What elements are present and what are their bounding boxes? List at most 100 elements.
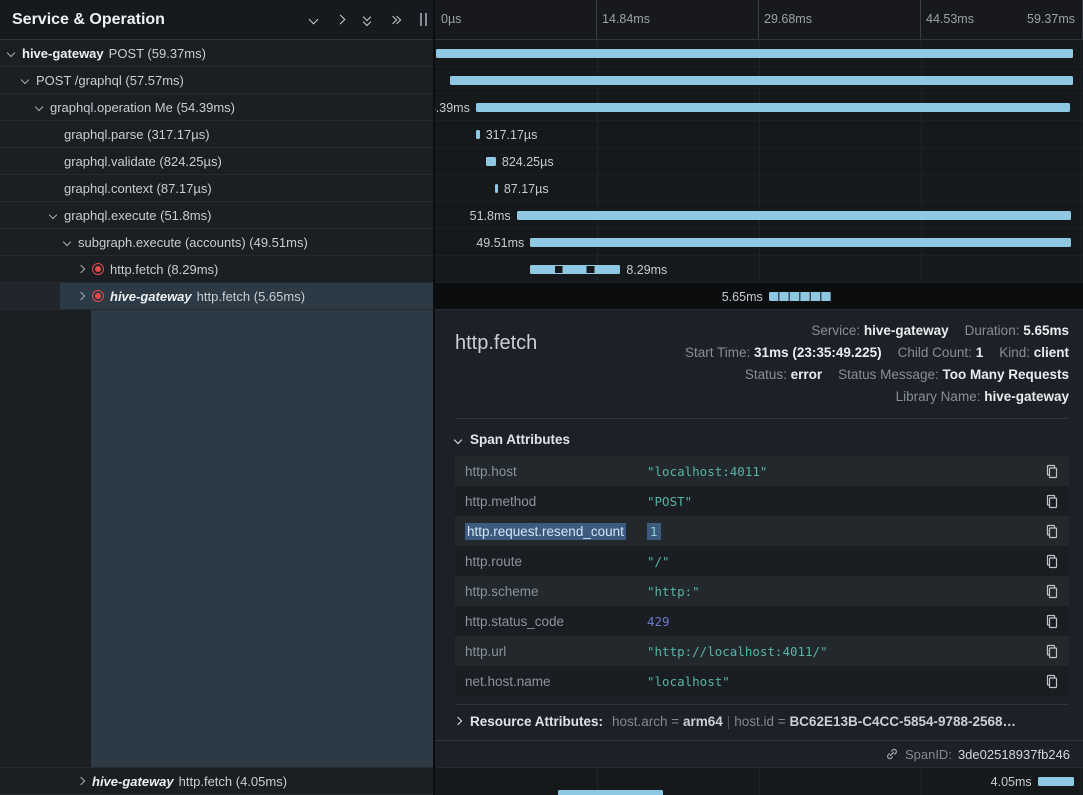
chevron-slot[interactable] (78, 778, 92, 784)
span-operation-name: http.fetch (8.29ms) (110, 262, 218, 277)
resource-attributes-row[interactable]: Resource Attributes: host.arch = arm64|h… (455, 707, 1069, 735)
span-tree-row[interactable]: graphql.execute (51.8ms) (0, 202, 433, 229)
chevron-right-icon[interactable] (77, 265, 85, 273)
span-duration-label: 51.8ms (470, 209, 511, 223)
attribute-value: "/" (647, 554, 1045, 569)
chevron-slot[interactable] (64, 239, 78, 245)
partial-span-bar[interactable] (558, 790, 663, 795)
span-meta-pair: Status Message: Too Many Requests (838, 367, 1069, 382)
chevron-slot[interactable] (36, 104, 50, 110)
timeline-row[interactable]: 49.51ms (435, 229, 1083, 256)
span-meta-pair: Status: error (745, 367, 822, 382)
ruler-tick-line (758, 0, 759, 39)
timeline-row[interactable] (435, 40, 1083, 67)
copy-icon[interactable] (1045, 584, 1059, 599)
timeline-row[interactable]: 8.29ms (435, 256, 1083, 283)
timeline-row[interactable]: 51.8ms (435, 202, 1083, 229)
attribute-row: http.url"http://localhost:4011/" (455, 636, 1069, 666)
span-duration-bar[interactable] (769, 292, 831, 301)
span-tree-row[interactable]: http.fetch (8.29ms) (0, 256, 433, 283)
chevron-down-icon[interactable] (310, 16, 317, 23)
copy-icon[interactable] (1045, 494, 1059, 509)
chevron-slot[interactable] (50, 212, 64, 218)
span-duration-bar[interactable] (530, 265, 620, 274)
span-tree-row[interactable]: graphql.context (87.17µs) (0, 175, 433, 202)
copy-icon[interactable] (1045, 554, 1059, 569)
attribute-row: http.scheme"http:" (455, 576, 1069, 606)
span-duration-label: 5.65ms (722, 290, 763, 304)
span-operation-name: http.fetch (5.65ms) (197, 289, 305, 304)
chevron-slot[interactable] (8, 50, 22, 56)
copy-icon[interactable] (1045, 524, 1059, 539)
attribute-row: http.status_code429 (455, 606, 1069, 636)
chevron-right-icon[interactable] (337, 16, 344, 23)
span-duration-label: 8.29ms (626, 263, 667, 277)
timeline-row[interactable]: 824.25µs (435, 148, 1083, 175)
resource-attribute-value: arm64 (683, 714, 723, 729)
attribute-row: http.host"localhost:4011" (455, 456, 1069, 486)
span-duration-bar[interactable] (530, 238, 1070, 247)
copy-icon[interactable] (1045, 644, 1059, 659)
span-duration-label: 87.17µs (504, 182, 549, 196)
chevron-down-icon[interactable] (63, 238, 71, 246)
meta-value: 5.65ms (1023, 323, 1069, 338)
span-meta-line: Service: hive-gatewayDuration: 5.65ms (685, 320, 1069, 342)
span-tree-row[interactable]: graphql.validate (824.25µs) (0, 148, 433, 175)
attribute-value: "localhost" (647, 674, 1045, 689)
meta-value: client (1034, 345, 1069, 360)
timeline-row[interactable]: 87.17µs (435, 175, 1083, 202)
link-icon[interactable] (885, 747, 899, 761)
selected-span-timeline-row[interactable]: 5.65ms (435, 283, 1083, 310)
error-icon (92, 263, 104, 275)
timeline-gridline (921, 768, 922, 795)
span-tree-row[interactable]: graphql.operation Me (54.39ms) (0, 94, 433, 121)
column-resize-grip-icon[interactable] (420, 13, 427, 26)
span-duration-bar[interactable] (495, 184, 498, 193)
timeline-row[interactable]: 54.39ms (435, 94, 1083, 121)
bottom-span-tree-row: hive-gatewayhttp.fetch (4.05ms) (0, 768, 433, 795)
copy-icon[interactable] (1045, 464, 1059, 479)
ruler-tick-label: 0µs (441, 12, 461, 26)
span-duration-bar[interactable] (1038, 777, 1074, 786)
attribute-value: "http://localhost:4011/" (647, 644, 1045, 659)
span-duration-bar[interactable] (476, 130, 480, 139)
chevron-down-icon[interactable] (21, 76, 29, 84)
chevron-down-icon (454, 435, 462, 443)
span-tree-row[interactable]: subgraph.execute (accounts) (49.51ms) (0, 229, 433, 256)
resource-attributes-items: host.arch = arm64|host.id = BC62E13B-C4C… (612, 714, 1016, 729)
chevron-slot[interactable] (78, 293, 92, 299)
divider (455, 704, 1069, 705)
span-duration-bar[interactable] (486, 157, 496, 166)
chevron-down-icon[interactable] (35, 103, 43, 111)
span-tree-row[interactable]: graphql.parse (317.17µs) (0, 121, 433, 148)
chevron-right-icon[interactable] (77, 292, 85, 300)
span-attributes-header[interactable]: Span Attributes (455, 432, 1069, 447)
copy-icon[interactable] (1045, 674, 1059, 689)
span-tree-row[interactable]: hive-gatewayPOST (59.37ms) (0, 40, 433, 67)
collapse-all-icon[interactable] (364, 14, 370, 25)
chevron-right-icon[interactable] (77, 777, 85, 785)
span-tree-row[interactable]: POST /graphql (57.57ms) (0, 67, 433, 94)
span-tree-row[interactable]: hive-gatewayhttp.fetch (5.65ms) (0, 283, 433, 310)
span-duration-bar[interactable] (436, 49, 1073, 58)
chevron-slot[interactable] (78, 266, 92, 272)
resource-attribute-key: host.id = (734, 714, 789, 729)
timeline-row[interactable]: 317.17µs (435, 121, 1083, 148)
copy-icon[interactable] (1045, 614, 1059, 629)
chevron-down-icon[interactable] (7, 49, 15, 57)
selected-span-name-cell (0, 310, 433, 768)
resource-attributes-title: Resource Attributes: (470, 714, 603, 729)
timeline-ruler: 0µs14.84ms29.68ms44.53ms59.37ms (435, 0, 1083, 40)
timeline-row[interactable] (435, 67, 1083, 94)
error-icon (92, 290, 104, 302)
span-tree-row[interactable]: hive-gatewayhttp.fetch (4.05ms) (0, 768, 433, 795)
span-duration-bar[interactable] (517, 211, 1071, 220)
expand-all-icon[interactable] (390, 17, 400, 23)
span-duration-bar[interactable] (450, 76, 1073, 85)
timeline-gridline (759, 768, 760, 795)
chevron-down-icon[interactable] (49, 211, 57, 219)
chevron-slot[interactable] (22, 77, 36, 83)
span-operation-name: graphql.context (87.17µs) (64, 181, 212, 196)
span-duration-label: 317.17µs (486, 128, 538, 142)
span-duration-bar[interactable] (476, 103, 1070, 112)
